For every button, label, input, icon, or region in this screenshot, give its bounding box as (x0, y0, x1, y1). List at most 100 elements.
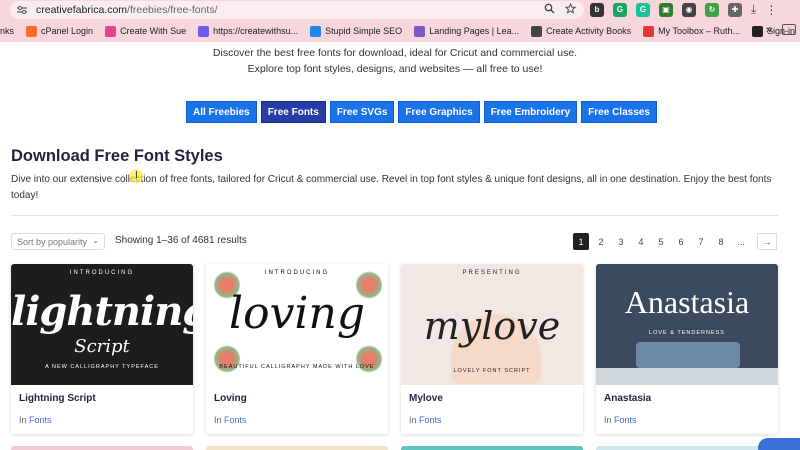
more-menu-icon[interactable]: ⋮ (765, 3, 777, 17)
bookmark-favicon-icon (643, 25, 655, 37)
bookmark-favicon-icon (26, 25, 38, 37)
bookmark-item[interactable]: Landing Pages | Lea... (414, 25, 520, 37)
product-card[interactable]: PRESENTING mylove LOVELY FONT SCRIPT Mylove… (401, 264, 583, 434)
bookmark-label: cPanel Login (41, 26, 94, 36)
product-card-partial[interactable] (401, 446, 583, 450)
thumb-font-preview: loving (229, 288, 365, 339)
product-card[interactable]: Anastasia LOVE & TENDERNESS Anastasia In Fo… (596, 264, 778, 434)
product-category: In Fonts (409, 415, 442, 425)
bookmark-item[interactable]: cPanel Login (26, 25, 94, 37)
ext-green2-icon[interactable]: ↻ (705, 2, 719, 17)
bookmark-label: https://createwithsu... (213, 26, 299, 36)
bookmark-item[interactable]: nks (0, 26, 14, 36)
product-thumbnail[interactable]: Anastasia LOVE & TENDERNESS (596, 264, 778, 385)
bookmark-label: nks (0, 26, 15, 36)
product-name[interactable]: Anastasia (604, 393, 651, 404)
category-link[interactable]: Fonts (614, 415, 637, 425)
product-category: In Fonts (214, 415, 247, 425)
chat-widget-button[interactable] (758, 438, 800, 450)
thumb-top-text: INTRODUCING (69, 270, 135, 276)
product-card-partial[interactable] (206, 446, 388, 450)
category-prefix: In (214, 415, 222, 425)
page-button[interactable]: 7 (693, 233, 709, 250)
product-card-partial[interactable] (11, 446, 193, 450)
bookmark-label: Create Activity Books (546, 26, 632, 36)
bookmark-item[interactable]: My Toolbox – Ruth... (643, 25, 741, 37)
thumb-top-text: INTRODUCING (264, 270, 330, 276)
chevron-down-icon: ⌄ (92, 236, 99, 245)
intro-text: Discover the best free fonts for downloa… (0, 45, 790, 77)
freebies-tabs: All Freebies Free Fonts Free SVGs Free Grap… (186, 101, 657, 123)
bookmark-item[interactable]: https://createwithsu... (198, 25, 299, 37)
category-prefix: In (409, 415, 417, 425)
thumb-font-preview: mylove (423, 304, 561, 348)
ext-dark2-icon[interactable]: ◉ (682, 2, 696, 17)
tab-free-fonts[interactable]: Free Fonts (260, 101, 326, 123)
page-button[interactable]: 3 (613, 233, 629, 250)
ext-puzzle-icon[interactable]: ✚ (728, 2, 742, 17)
floor-photo (596, 368, 778, 385)
ext-dark-icon[interactable]: b (590, 2, 604, 17)
bookmark-item[interactable]: Stupid Simple SEO (310, 25, 403, 37)
thumb-font-preview: lightning (11, 288, 193, 335)
bookmarks-bar: nks cPanel Login Create With Sue https://cr… (0, 20, 800, 42)
tab-free-graphics[interactable]: Free Graphics (398, 101, 480, 123)
page-button[interactable]: 2 (593, 233, 609, 250)
zoom-icon[interactable] (544, 3, 555, 14)
thumb-top-text: PRESENTING (462, 270, 522, 276)
thumb-footer-text: LOVE & TENDERNESS (649, 330, 725, 336)
product-name[interactable]: Loving (214, 393, 247, 404)
bookmark-favicon-icon (105, 25, 117, 37)
intro-line-2: Explore top font styles, designs, and we… (247, 63, 543, 75)
category-link[interactable]: Fonts (29, 415, 52, 425)
page-button[interactable]: 6 (673, 233, 689, 250)
next-page-button[interactable]: → (757, 233, 777, 250)
sofa-photo (636, 342, 740, 368)
sort-label: Sort by popularity (17, 236, 88, 247)
tab-free-classes[interactable]: Free Classes (581, 101, 657, 123)
product-name[interactable]: Mylove (409, 393, 443, 404)
bookmark-item[interactable]: Create With Sue (105, 25, 187, 37)
product-thumbnail[interactable]: INTRODUCING loving BEAUTIFUL CALLIGRAPHY M… (206, 264, 388, 385)
category-prefix: In (604, 415, 612, 425)
page-description: Dive into our extensive collection of fr… (11, 174, 772, 201)
ext-grammarly-icon[interactable]: G (636, 2, 650, 17)
text-cursor-icon: I (135, 170, 138, 181)
tab-free-embroidery[interactable]: Free Embroidery (483, 101, 578, 123)
page-button[interactable]: 8 (713, 233, 729, 250)
browser-toolbar: creativefabrica.com/freebies/free-fonts/… (0, 0, 800, 20)
thumb-sub-text: Script (74, 336, 130, 357)
download-icon[interactable]: ⤓ (751, 2, 756, 17)
page-button[interactable]: 4 (633, 233, 649, 250)
bookmark-label: My Toolbox – Ruth... (658, 26, 741, 36)
product-category: In Fonts (19, 415, 52, 425)
bookmark-label: Create With Sue (120, 26, 187, 36)
bookmark-label: Stupid Simple SEO (325, 26, 403, 36)
all-bookmarks-folder-icon[interactable] (782, 24, 796, 35)
thumb-font-preview: Anastasia (624, 284, 750, 320)
product-card[interactable]: INTRODUCING lightning Script A NEW CALLIGRA… (11, 264, 193, 434)
star-icon[interactable] (565, 3, 576, 14)
page-button[interactable]: 5 (653, 233, 669, 250)
product-thumbnail[interactable]: PRESENTING mylove LOVELY FONT SCRIPT (401, 264, 583, 385)
page-button[interactable]: 1 (573, 233, 589, 250)
product-category: In Fonts (604, 415, 637, 425)
sort-select[interactable]: Sort by popularity ⌄ (11, 233, 105, 250)
product-card-partial[interactable] (596, 446, 778, 450)
tab-free-svgs[interactable]: Free SVGs (329, 101, 395, 123)
bookmark-favicon-icon (414, 25, 426, 37)
site-info-icon[interactable] (16, 4, 28, 16)
tab-all-freebies[interactable]: All Freebies (186, 101, 257, 123)
product-name[interactable]: Lightning Script (19, 393, 96, 404)
ext-image-icon[interactable]: ▣ (659, 2, 673, 17)
product-thumbnail[interactable]: INTRODUCING lightning Script A NEW CALLIGRA… (11, 264, 193, 385)
thumb-footer-text: A NEW CALLIGRAPHY TYPEFACE (45, 364, 159, 370)
address-bar[interactable]: creativefabrica.com/freebies/free-fonts/ (10, 1, 584, 19)
category-link[interactable]: Fonts (419, 415, 442, 425)
category-link[interactable]: Fonts (224, 415, 247, 425)
bookmark-item[interactable]: Create Activity Books (531, 25, 632, 37)
bookmark-label: Landing Pages | Lea... (429, 26, 520, 36)
ext-green-icon[interactable]: G (613, 2, 627, 17)
bookmarks-overflow-icon[interactable]: » (766, 24, 772, 36)
product-card[interactable]: INTRODUCING loving BEAUTIFUL CALLIGRAPHY M… (206, 264, 388, 434)
